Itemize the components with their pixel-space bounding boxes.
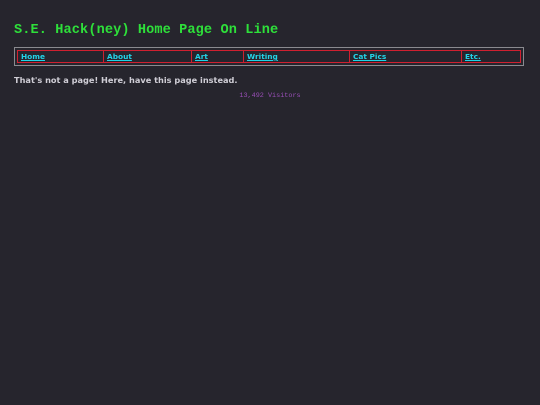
nav-link-cat-pics[interactable]: Cat Pics	[353, 52, 386, 61]
nav-link-art[interactable]: Art	[195, 52, 208, 61]
nav-table: Home About Art Writing Cat Pics Etc.	[17, 50, 521, 63]
nav-link-etc[interactable]: Etc.	[465, 52, 481, 61]
visitor-counter: 13,492 Visitors	[0, 92, 540, 100]
visitor-label: Visitors	[267, 92, 301, 100]
nav-cell-about: About	[104, 51, 192, 62]
nav-cell-cat-pics: Cat Pics	[350, 51, 462, 62]
nav-cell-art: Art	[192, 51, 244, 62]
nav-cell-etc: Etc.	[462, 51, 520, 62]
nav-link-about[interactable]: About	[107, 52, 132, 61]
nav-link-writing[interactable]: Writing	[247, 52, 278, 61]
visitor-count: 13,492	[239, 92, 264, 100]
nav-bar: Home About Art Writing Cat Pics Etc.	[14, 47, 524, 66]
nav-link-home[interactable]: Home	[21, 52, 45, 61]
nav-cell-writing: Writing	[244, 51, 350, 62]
page: S.E. Hack(ney) Home Page On Line Home Ab…	[0, 0, 540, 405]
site-title: S.E. Hack(ney) Home Page On Line	[14, 23, 279, 38]
not-found-message: That's not a page! Here, have this page …	[14, 75, 238, 85]
nav-cell-home: Home	[18, 51, 104, 62]
